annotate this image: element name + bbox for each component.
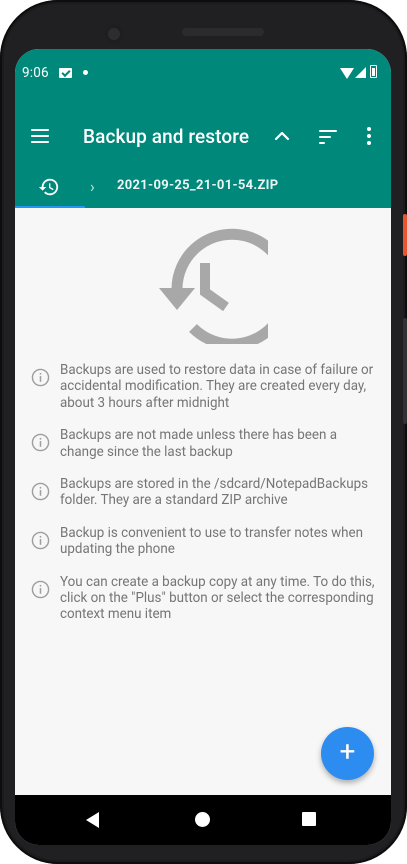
mail-icon — [59, 68, 72, 78]
chevron-up-icon[interactable] — [262, 116, 302, 156]
notification-dot — [83, 70, 88, 75]
info-icon — [31, 482, 50, 501]
info-text: Backups are not made unless there has be… — [60, 428, 337, 460]
status-time: 9:06 — [22, 65, 49, 81]
screen: 9:06 Backup and restore › 2021-09-25_21-… — [15, 49, 391, 845]
history-icon — [38, 178, 59, 196]
info-item: You can create a backup copy at any time… — [31, 575, 376, 624]
sort-icon[interactable] — [307, 116, 347, 156]
signal-icon — [355, 67, 366, 78]
status-bar: 9:06 — [15, 49, 391, 110]
info-text: Backups are stored in the /sdcard/Notepa… — [60, 477, 369, 509]
info-text: Backup is convenient to use to transfer … — [60, 525, 364, 558]
info-item: Backup is convenient to use to transfer … — [31, 526, 376, 559]
app-toolbar: Backup and restore — [15, 110, 391, 166]
home-icon[interactable] — [195, 812, 210, 827]
info-item: Backups are stored in the /sdcard/Notepa… — [31, 477, 376, 510]
main-content: Backups are used to restore data in case… — [15, 208, 391, 795]
info-item: Backups are used to restore data in case… — [31, 363, 376, 412]
info-icon — [31, 531, 50, 550]
system-nav-bar — [15, 795, 391, 845]
back-icon[interactable] — [86, 812, 99, 828]
info-text: You can create a backup copy at any time… — [60, 574, 375, 623]
history-illustration-icon — [159, 228, 268, 344]
info-text: Backups are used to restore data in case… — [60, 363, 374, 411]
breadcrumb-file[interactable]: 2021-09-25_21-01-54.ZIP — [117, 178, 278, 193]
breadcrumb-home[interactable] — [15, 166, 85, 208]
earpiece-speaker — [182, 28, 264, 36]
info-list: Backups are used to restore data in case… — [31, 363, 376, 640]
page-title: Backup and restore — [83, 125, 250, 148]
power-button — [403, 214, 407, 256]
info-item: Backups are not made unless there has be… — [31, 428, 376, 461]
battery-icon — [370, 65, 377, 78]
wifi-icon — [340, 68, 354, 79]
menu-icon[interactable] — [21, 116, 61, 156]
phone-frame: 9:06 Backup and restore › 2021-09-25_21-… — [0, 0, 407, 864]
add-backup-button[interactable]: + — [321, 727, 374, 780]
info-icon — [31, 433, 50, 452]
info-icon — [31, 580, 50, 598]
chevron-right-icon: › — [90, 177, 95, 196]
recents-icon[interactable] — [302, 812, 316, 826]
breadcrumb: › 2021-09-25_21-01-54.ZIP — [15, 166, 391, 208]
add-icon: + — [339, 735, 356, 768]
info-icon — [31, 368, 50, 387]
more-vert-icon[interactable] — [348, 116, 388, 156]
front-camera — [104, 24, 124, 44]
volume-button — [403, 318, 407, 424]
